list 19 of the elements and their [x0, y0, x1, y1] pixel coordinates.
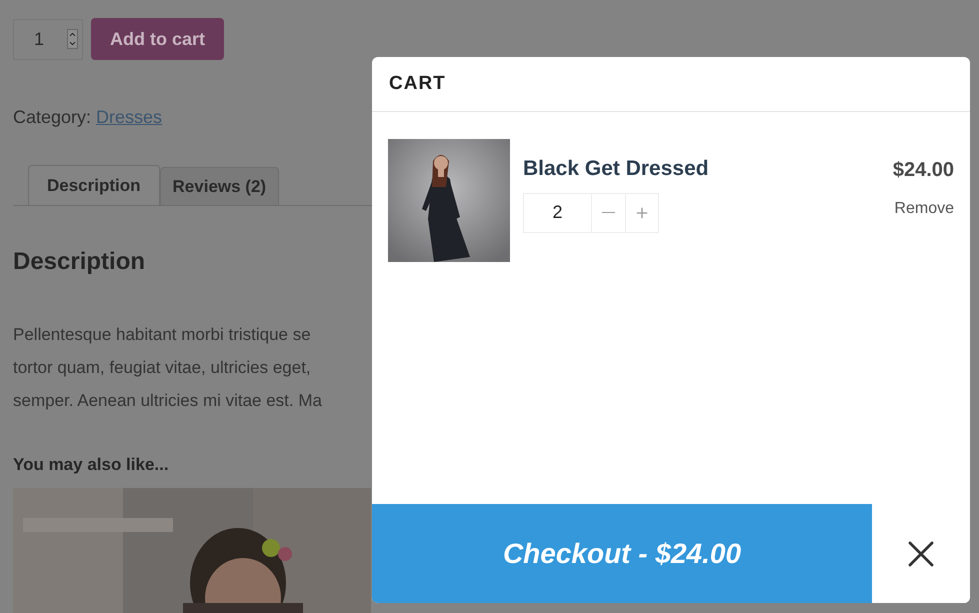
quantity-field[interactable]: 1 — [13, 18, 83, 60]
remove-link[interactable]: Remove — [894, 197, 954, 221]
tab[interactable]: Reviews (2) — [160, 167, 280, 205]
product-name[interactable]: Black Get Dressed — [523, 153, 893, 184]
spinner-icon[interactable] — [67, 29, 78, 49]
checkout-button[interactable]: Checkout - $24.00 — [372, 504, 872, 603]
category-label: Category: — [13, 106, 92, 129]
description-text: Pellentesque habitant morbi tristique se — [13, 324, 312, 346]
description-heading: Description — [13, 247, 146, 277]
description-text: semper. Aenean ultricies mi vitae est. Ma — [13, 390, 323, 412]
tab[interactable]: Description — [28, 165, 160, 205]
minus-icon — [602, 212, 615, 214]
add-to-cart-button[interactable]: Add to cart — [91, 18, 224, 60]
description-text: tortor quam, feugiat vitae, ultricies eget, — [13, 357, 312, 379]
category-link[interactable]: Dresses — [96, 104, 162, 131]
plus-icon — [634, 204, 650, 220]
item-price: $24.00 — [892, 158, 954, 183]
related-heading: You may also like... — [13, 454, 170, 476]
cart-title: CART — [389, 72, 446, 96]
